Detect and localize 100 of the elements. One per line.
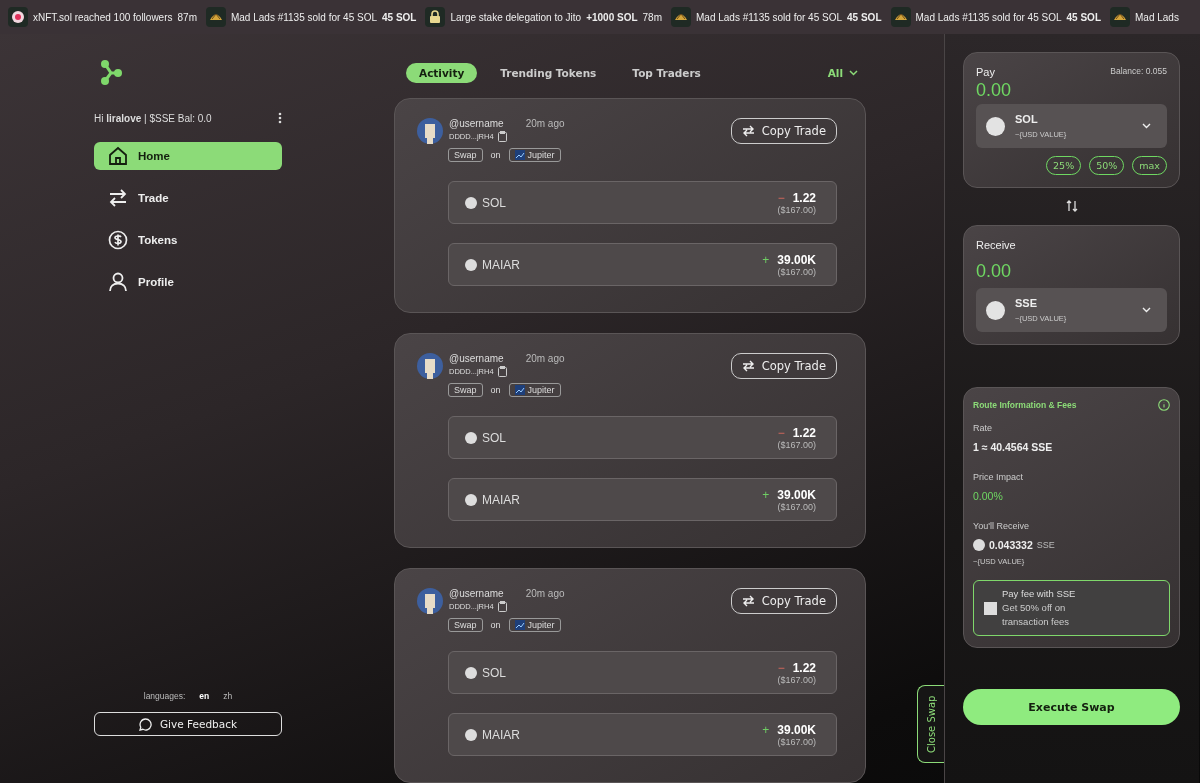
arrows-icon [108,189,128,207]
clipboard-icon[interactable] [497,366,507,377]
token-amount: 1.22 [792,660,816,675]
fee-option-title: Pay fee with SSE [1002,587,1077,601]
time-ago: 20m ago [525,588,565,599]
action-tag: Swap [448,618,483,632]
feed-tab[interactable]: Trending Tokens [487,63,610,83]
token-amount: 39.00K [777,487,816,502]
language-option[interactable]: zh [223,691,233,701]
nav-item[interactable]: Profile [94,268,282,296]
clipboard-icon[interactable] [497,601,507,612]
change-sign: + [762,487,770,502]
fee-option-text: Get 50% off on transaction fees [1002,601,1071,629]
token-amount: 1.22 [792,190,816,205]
chevron-down-icon [849,70,858,76]
greeting-text: Hi liralove | $SSE Bal: 0.0 [94,112,212,124]
token-name: MAIAR [482,257,520,272]
target-icon [11,10,25,24]
ticker-text: Mad Lads [1135,11,1179,23]
home-icon [108,146,128,166]
token-amount: 39.00K [777,722,816,737]
token-symbol: SSE [1036,540,1055,550]
change-sign: + [762,722,770,737]
nav-item[interactable]: Tokens [94,226,282,254]
avatar [417,118,443,144]
clipboard-icon[interactable] [497,131,507,142]
usd-value: ($167.00) [777,501,816,512]
more-icon[interactable] [278,112,282,124]
language-option[interactable]: en [199,691,210,701]
usd-value: ($167.00) [777,736,816,747]
token-icon [973,539,985,551]
close-swap-tab[interactable]: Close Swap [917,685,944,763]
dex-tag[interactable]: Jupiter [508,618,561,632]
token-amount: 1.22 [792,425,816,440]
shell-icon [1113,11,1127,23]
username[interactable]: @username [449,353,504,364]
username[interactable]: @username [449,588,504,599]
ticker-text: Mad Lads #1135 sold for 45 SOL [915,11,1062,23]
pay-amount[interactable]: 0.00 [976,80,1167,101]
change-sign: − [777,190,785,205]
token-icon [465,666,477,679]
chat-icon [138,717,152,731]
ticker-text: xNFT.sol reached 100 followers [33,11,173,23]
swap-arrows-icon [741,595,755,607]
checkbox[interactable] [984,601,997,615]
dex-tag[interactable]: Jupiter [508,383,561,397]
swap-direction-icon[interactable] [1065,200,1078,212]
ticker-text: Mad Lads #1135 sold for 45 SOL [230,11,377,23]
execute-swap-button[interactable]: Execute Swap [963,689,1180,725]
chevron-down-icon [1142,307,1151,313]
action-tag: Swap [448,148,483,162]
feedback-button[interactable]: Give Feedback [94,712,282,736]
feed-tab[interactable]: Top Traders [619,63,714,83]
username[interactable]: @username [449,118,504,129]
copy-trade-button[interactable]: Copy Trade [730,118,837,144]
price-impact-value: 0.00% [973,490,1004,502]
on-text: on [490,150,501,160]
dollar-icon [108,230,128,250]
shell-icon [893,11,908,23]
shell-icon [674,11,688,23]
nav-item[interactable]: Home [94,142,282,170]
receive-estimate-label: You'll Receive [973,521,1030,531]
on-text: on [490,620,501,630]
token-icon [465,196,477,209]
token-name: MAIAR [482,727,520,742]
chart-icon [514,385,525,395]
copy-trade-button[interactable]: Copy Trade [730,588,837,614]
nav-item[interactable]: Trade [94,184,282,212]
ticker-amount: 45 SOL [1066,11,1101,23]
usd-value: ($167.00) [777,674,816,685]
balance-text: Balance: 0.055 [1110,66,1167,78]
person-icon [108,272,128,292]
filter-dropdown[interactable]: All [821,66,864,80]
dex-tag[interactable]: Jupiter [508,148,561,162]
usd-value: ($167.00) [777,439,816,450]
chart-icon [514,150,525,160]
ticker-amount: 45 SOL [382,11,417,23]
token-icon [465,728,477,741]
ticker-time: 78m [642,11,662,23]
time-ago: 20m ago [525,353,565,364]
receive-amount: 0.00 [976,261,1013,282]
token-name: SSE [1015,297,1038,309]
token-name: SOL [482,195,506,210]
change-sign: + [762,252,770,267]
change-sign: − [777,425,785,440]
copy-trade-button[interactable]: Copy Trade [730,353,837,379]
token-amount: 39.00K [777,252,816,267]
on-text: on [490,385,501,395]
ticker-time: 87m [177,11,197,23]
feed-tab[interactable]: Activity [406,63,478,83]
token-name: SOL [1015,113,1039,125]
logo-icon [100,60,122,86]
avatar [417,588,443,614]
token-icon [465,493,477,506]
rate-value: 1 ≈ 40.4564 SSE [973,441,1054,453]
token-name: SOL [482,665,506,680]
shell-icon [208,11,223,23]
receive-label: Receive [976,239,1016,251]
info-icon[interactable] [1158,399,1170,411]
languages-label: languages: [143,691,186,701]
